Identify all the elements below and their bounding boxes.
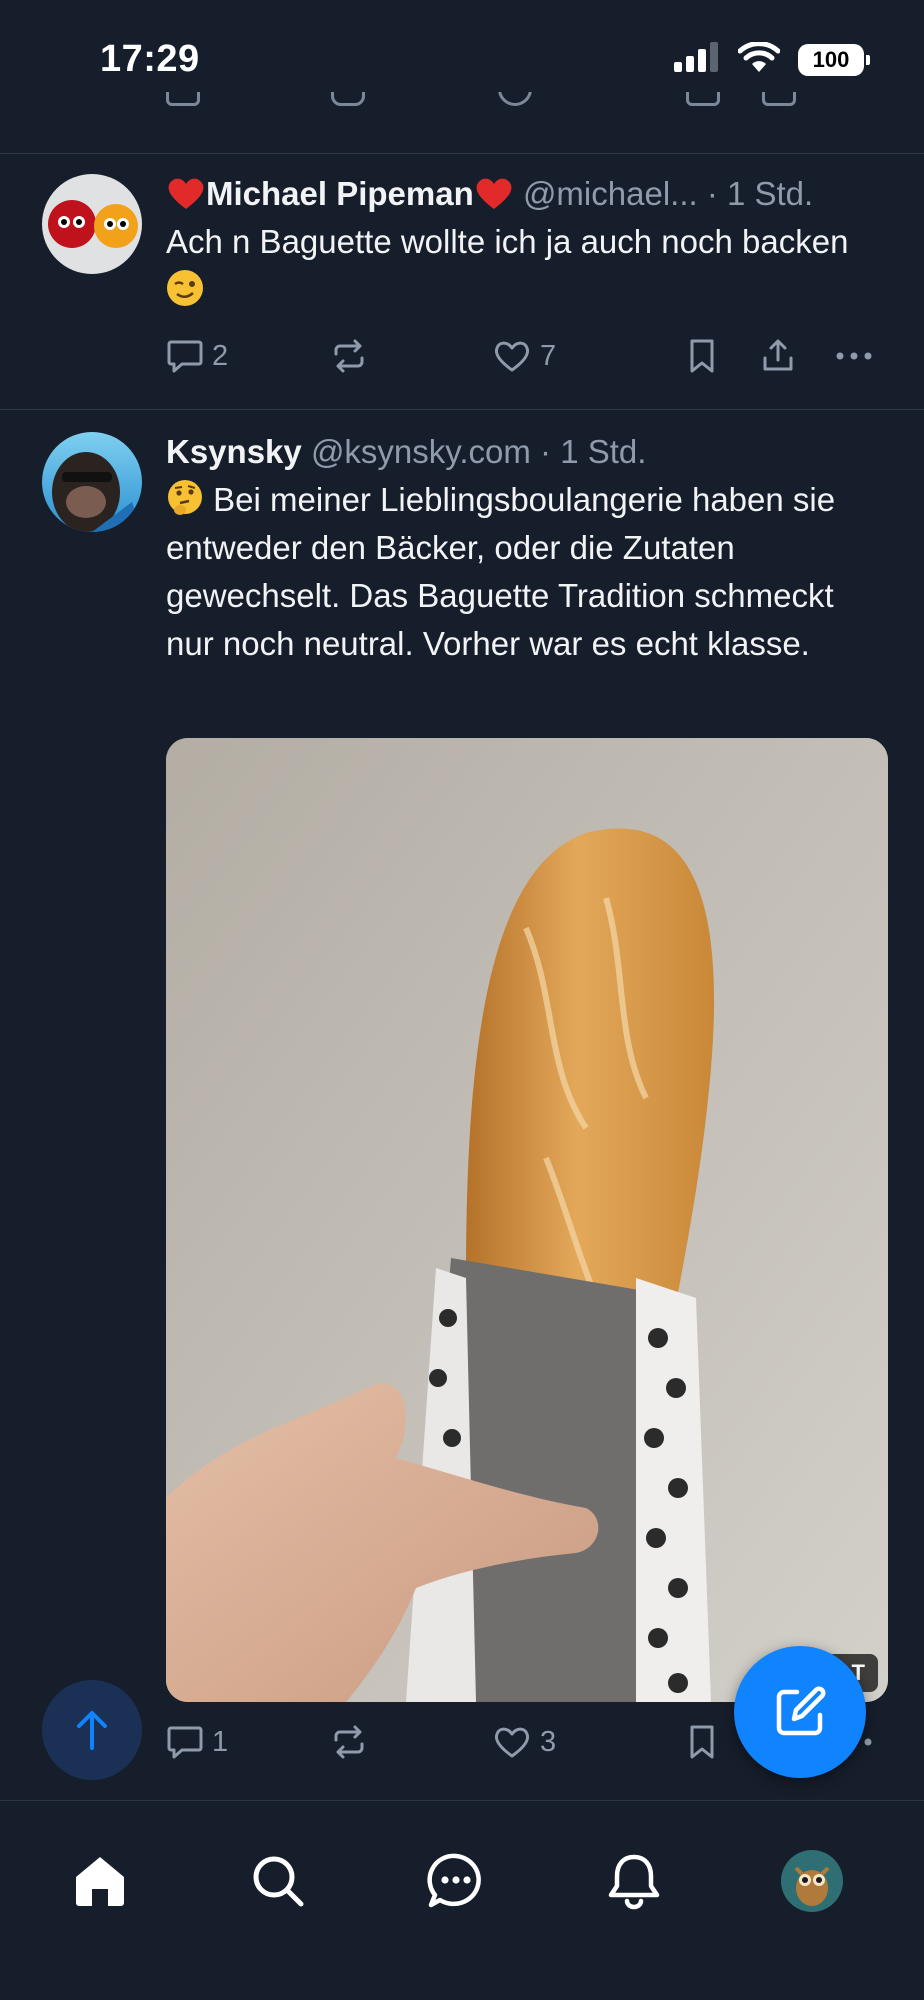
share-icon [763, 339, 793, 371]
like-icon[interactable] [498, 92, 532, 106]
more-icon [836, 352, 872, 360]
post-actions: 2 7 [166, 338, 888, 388]
author-name[interactable]: Michael Pipeman [206, 175, 474, 212]
compose-button[interactable] [734, 1646, 866, 1778]
like-icon [494, 1727, 530, 1758]
avatar[interactable] [42, 432, 142, 532]
chat-icon [427, 1853, 481, 1908]
reply-button[interactable]: 2 [166, 338, 228, 374]
post-timestamp: · 1 Std. [540, 433, 647, 470]
bookmark-button[interactable] [686, 338, 718, 374]
post-item[interactable]: Michael Pipeman @michael... · 1 Std. Ach… [0, 154, 924, 410]
author-handle[interactable]: @ksynsky.com [311, 433, 531, 470]
bookmark-icon [690, 339, 714, 373]
like-button[interactable]: 3 [492, 1724, 556, 1760]
arrow-up-icon [77, 1711, 107, 1750]
repost-icon[interactable] [331, 92, 365, 106]
like-button[interactable]: 7 [492, 338, 556, 374]
home-icon [76, 1857, 124, 1906]
repost-button[interactable] [330, 338, 368, 374]
repost-icon [334, 339, 364, 373]
nav-chat[interactable] [416, 1841, 496, 1921]
scroll-to-top-button[interactable] [42, 1680, 142, 1780]
post-text-content: Ach n Baguette wollte ich ja auch noch b… [166, 223, 849, 260]
share-button[interactable] [760, 338, 796, 374]
nav-notifications[interactable] [594, 1841, 674, 1921]
reply-icon [167, 1726, 203, 1759]
app-screen: 17:29 100 Michael Pipeman @michael... · … [0, 0, 924, 2000]
nav-profile[interactable] [772, 1841, 852, 1921]
previous-post-actions [166, 92, 886, 122]
post-item[interactable]: Ksynsky @ksynsky.com · 1 Std. Bei meiner… [0, 410, 924, 1800]
status-time: 17:29 [100, 38, 200, 80]
baguette-photo [166, 738, 888, 1702]
post-text: Ach n Baguette wollte ich ja auch noch b… [166, 218, 888, 314]
heart-emoji-icon [168, 178, 204, 209]
reply-icon [167, 340, 203, 373]
post-image[interactable]: ALT [166, 738, 888, 1702]
more-options-button[interactable] [834, 338, 874, 374]
compose-icon [776, 1686, 826, 1736]
winking-face-emoji-icon [167, 270, 203, 306]
profile-avatar [781, 1850, 843, 1912]
reply-count: 1 [212, 1725, 229, 1758]
bookmark-icon [690, 1725, 714, 1759]
like-count: 3 [540, 1725, 557, 1758]
notifications-icon [608, 1854, 660, 1910]
signal-icon [674, 42, 720, 77]
post-text-content: Bei meiner Lieblingsboulangerie haben si… [166, 481, 836, 662]
wifi-icon [737, 41, 781, 77]
post-timestamp: · 1 Std. [706, 175, 814, 212]
thinking-face-emoji-icon [168, 480, 202, 515]
bookmark-button[interactable] [686, 1724, 718, 1760]
heart-emoji-icon [476, 178, 512, 209]
avatar[interactable] [42, 174, 142, 274]
repost-button[interactable] [330, 1724, 368, 1760]
bookmark-icon[interactable] [686, 92, 720, 106]
search-icon [253, 1856, 304, 1907]
nav-search[interactable] [238, 1841, 318, 1921]
repost-icon [334, 1725, 364, 1759]
nav-home[interactable] [60, 1841, 140, 1921]
post-header: Ksynsky @ksynsky.com · 1 Std. [166, 430, 888, 474]
post-content: Michael Pipeman @michael... · 1 Std. Ach… [166, 172, 888, 314]
battery-icon: 100 [798, 43, 870, 76]
reply-icon[interactable] [166, 92, 200, 106]
bottom-navigation [0, 1800, 924, 2000]
author-handle[interactable]: @michael... [523, 175, 698, 212]
post-content: Ksynsky @ksynsky.com · 1 Std. Bei meiner… [166, 430, 888, 668]
status-icons: 100 [674, 41, 870, 77]
post-header: Michael Pipeman @michael... · 1 Std. [166, 172, 888, 216]
share-icon[interactable] [762, 92, 796, 106]
post-text: Bei meiner Lieblingsboulangerie haben si… [166, 476, 888, 668]
reply-button[interactable]: 1 [166, 1724, 228, 1760]
like-icon [494, 341, 530, 372]
author-name[interactable]: Ksynsky [166, 433, 302, 470]
like-count: 7 [540, 339, 557, 372]
reply-count: 2 [212, 339, 229, 372]
